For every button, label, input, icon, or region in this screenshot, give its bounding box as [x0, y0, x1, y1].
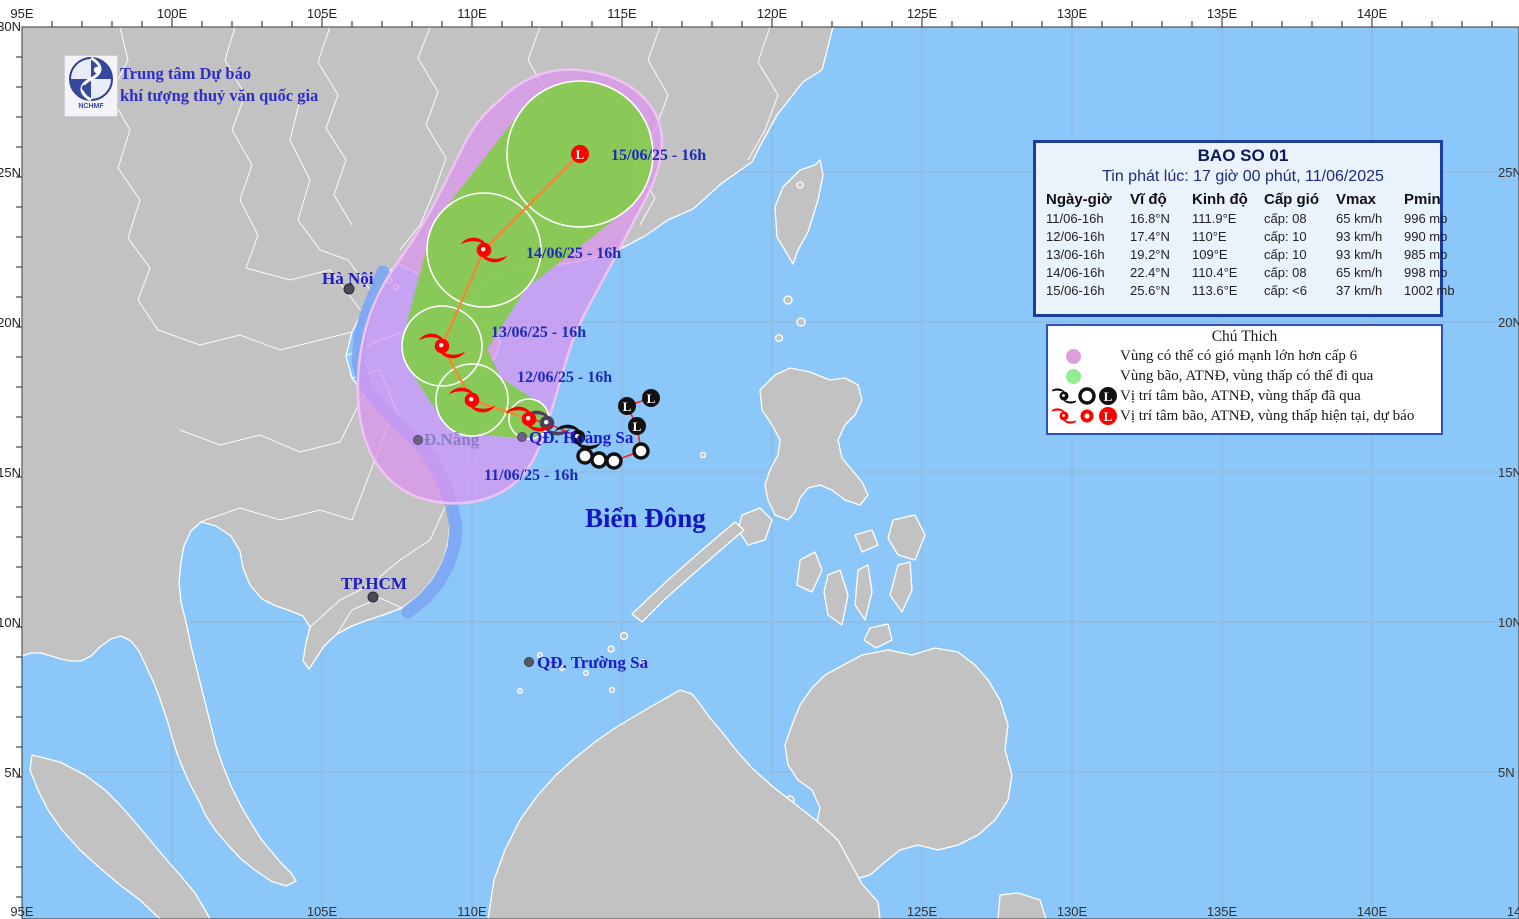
- islet: [784, 296, 792, 304]
- danang-label: Đ.Nẵng: [424, 430, 480, 449]
- svg-text:10N: 10N: [1498, 615, 1519, 630]
- svg-text:105E: 105E: [307, 6, 338, 21]
- legend-item-wind-area: Vùng có thể có gió mạnh lớn hơn cấp 6: [1052, 346, 1437, 366]
- col-vmax: Vmax: [1336, 190, 1402, 210]
- pink-area-icon: [1066, 349, 1081, 364]
- legend-title: Chú Thich: [1052, 328, 1437, 346]
- storm-issued: Tin phát lúc: 17 giờ 00 phút, 11/06/2025: [1046, 168, 1440, 186]
- svg-text:15N: 15N: [0, 465, 21, 480]
- past-typhoon-icon: [1052, 386, 1076, 406]
- hoangsa-dot: [518, 433, 527, 442]
- svg-text:10N: 10N: [0, 615, 21, 630]
- org-line1: Trung tâm Dự báo: [120, 63, 318, 85]
- islet: [776, 335, 783, 342]
- islet: [518, 689, 523, 694]
- islet: [621, 633, 628, 640]
- past-depression-icon: [607, 454, 621, 468]
- col-vi-do: Vĩ độ: [1130, 190, 1190, 210]
- storm-table-row: 11/06-16h16.8°N111.9°Ecấp: 0865 km/h996 …: [1046, 210, 1440, 228]
- islet: [608, 646, 614, 652]
- bien-dong-label: Biển Đông: [585, 503, 706, 533]
- svg-text:140E: 140E: [1357, 6, 1388, 21]
- svg-text:15N: 15N: [1498, 465, 1519, 480]
- org-line2: khí tượng thuỷ văn quốc gia: [120, 85, 318, 107]
- storm-table-row: 15/06-16h25.6°N113.6°Ecấp: <637 km/h1002…: [1046, 282, 1440, 300]
- track-label-12-06: 12/06/25 - 16h: [517, 369, 612, 386]
- nchmf-emblem-icon: [68, 56, 114, 102]
- svg-text:20N: 20N: [1498, 315, 1519, 330]
- svg-text:5N: 5N: [4, 765, 21, 780]
- track-label-14-06: 14/06/25 - 16h: [526, 245, 621, 262]
- svg-text:135E: 135E: [1207, 6, 1238, 21]
- forecast-low-icon: [571, 145, 589, 163]
- islet: [701, 453, 706, 458]
- svg-text:120E: 120E: [757, 6, 788, 21]
- svg-text:25N: 25N: [0, 165, 21, 180]
- track-label-13-06: 13/06/25 - 16h: [491, 324, 586, 341]
- nchmf-logo-caption: NCHMF: [78, 103, 103, 110]
- svg-text:140E: 140E: [1357, 904, 1388, 919]
- islet: [610, 688, 615, 693]
- svg-text:100E: 100E: [157, 6, 188, 21]
- truongsa-label: QĐ. Trường Sa: [537, 653, 649, 672]
- past-low-icon: [642, 389, 660, 407]
- map-canvas: L 95E 105E 110E 115E 120E 125E 130E 135E…: [0, 0, 1519, 919]
- legend-item-pass-area: Vùng bão, ATNĐ, vùng thấp có thể đi qua: [1052, 366, 1437, 386]
- legend-item-current: Vị trí tâm bão, ATNĐ, vùng thấp hiện tại…: [1052, 406, 1437, 426]
- storm-table-row: 12/06-16h17.4°N110°Ecấp: 1093 km/h990 mb: [1046, 228, 1440, 246]
- svg-text:125E: 125E: [907, 6, 938, 21]
- svg-text:5N: 5N: [1498, 765, 1515, 780]
- past-depression-icon: [634, 444, 648, 458]
- storm-table-header: Ngày-giờ Vĩ độ Kinh độ Cấp gió Vmax Pmin: [1046, 190, 1440, 210]
- hcm-label: TP.HCM: [341, 574, 407, 593]
- col-pmin: Pmin: [1404, 190, 1464, 210]
- hoangsa-label: QĐ. Hoàng Sa: [529, 428, 634, 447]
- current-low-icon: [1098, 406, 1118, 426]
- org-header: Trung tâm Dự báo khí tượng thuỷ văn quốc…: [120, 63, 318, 107]
- green-area-icon: [1066, 369, 1081, 384]
- legend-item-past: Vị trí tâm bão, ATNĐ, vùng thấp đã qua: [1052, 386, 1437, 406]
- current-depression-icon: [1077, 406, 1097, 426]
- current-typhoon-icon: [1052, 406, 1076, 426]
- svg-text:125E: 125E: [907, 904, 938, 919]
- svg-text:110E: 110E: [457, 6, 487, 21]
- track-label-11-06: 11/06/25 - 16h: [484, 467, 578, 484]
- danang-dot: [414, 436, 423, 445]
- hanoi-label: Hà Nội: [322, 269, 374, 288]
- svg-text:130E: 130E: [1057, 6, 1088, 21]
- storm-title: BAO SO 01: [1046, 146, 1440, 166]
- past-low-icon: [1098, 386, 1118, 406]
- hcm-dot: [368, 592, 378, 602]
- track-label-15-06: 15/06/25 - 16h: [611, 147, 706, 164]
- storm-table-row: 14/06-16h22.4°N110.4°Ecấp: 0865 km/h998 …: [1046, 264, 1440, 282]
- past-depression-icon: [578, 449, 592, 463]
- storm-info-panel: BAO SO 01 Tin phát lúc: 17 giờ 00 phút, …: [1033, 140, 1443, 317]
- nchmf-logo: NCHMF: [64, 55, 118, 117]
- svg-text:30N: 30N: [0, 19, 21, 34]
- col-ngay-gio: Ngày-giờ: [1046, 190, 1128, 210]
- svg-text:20N: 20N: [0, 315, 21, 330]
- svg-text:105E: 105E: [307, 904, 338, 919]
- col-cap-gio: Cấp gió: [1264, 190, 1334, 210]
- svg-text:135E: 135E: [1207, 904, 1238, 919]
- svg-text:130E: 130E: [1057, 904, 1088, 919]
- svg-text:145E: 145E: [1507, 904, 1519, 919]
- islet: [797, 318, 805, 326]
- past-low-icon: [618, 397, 636, 415]
- svg-text:110E: 110E: [457, 904, 487, 919]
- truongsa-dot: [525, 658, 534, 667]
- islet: [797, 182, 803, 188]
- svg-text:115E: 115E: [607, 6, 637, 21]
- col-kinh-do: Kinh độ: [1192, 190, 1262, 210]
- legend-panel: Chú Thich Vùng có thể có gió mạnh lớn hơ…: [1046, 324, 1443, 435]
- storm-forecast-map: L 95E 105E 110E 115E 120E 125E 130E 135E…: [0, 0, 1519, 919]
- storm-table-row: 13/06-16h19.2°N109°Ecấp: 1093 km/h985 mb: [1046, 246, 1440, 264]
- svg-text:25N: 25N: [1498, 165, 1519, 180]
- past-depression-icon: [1077, 386, 1097, 406]
- past-depression-icon: [592, 453, 606, 467]
